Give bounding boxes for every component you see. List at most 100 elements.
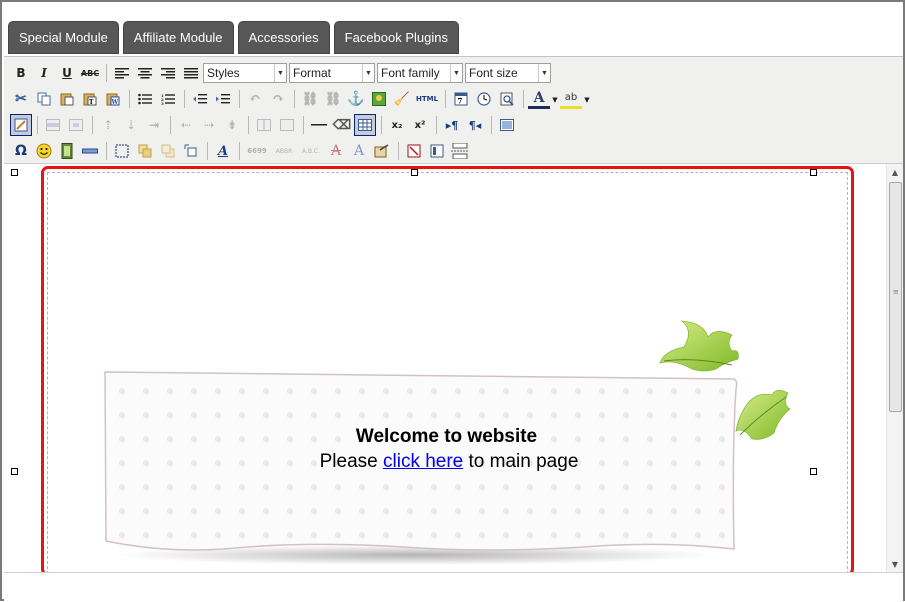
align-right-icon[interactable] — [157, 62, 179, 84]
link-icon[interactable]: ⛓ — [299, 88, 321, 110]
acronym-icon[interactable]: A.B.C. — [298, 140, 324, 162]
toolbar-separator — [239, 90, 240, 108]
font-family-dropdown[interactable]: Font family ▼ — [377, 63, 463, 83]
chevron-down-icon: ▼ — [362, 64, 374, 82]
col-after-icon[interactable]: ⇢ — [198, 114, 220, 136]
fullscreen-icon[interactable] — [496, 114, 518, 136]
template-icon[interactable] — [426, 140, 448, 162]
cite-icon[interactable]: 6699 — [244, 140, 270, 162]
chevron-down-icon[interactable]: ▼ — [551, 88, 559, 110]
align-center-icon[interactable] — [134, 62, 156, 84]
table-cell-props-icon[interactable] — [65, 114, 87, 136]
special-char-icon[interactable]: Ω — [10, 140, 32, 162]
numbered-list-icon[interactable]: 123 — [157, 88, 179, 110]
absolute-position-icon[interactable] — [180, 140, 202, 162]
underline-button[interactable]: U — [56, 62, 78, 84]
affiliate-module-button[interactable]: Affiliate Module — [122, 21, 234, 54]
resize-handle[interactable] — [810, 468, 817, 475]
rtl-icon[interactable]: ¶◂ — [464, 114, 486, 136]
toolbar-separator — [294, 90, 295, 108]
visual-aid-icon[interactable] — [10, 114, 32, 136]
styles-label: Styles — [207, 66, 240, 80]
editor-content-area[interactable]: Welcome to website Please click here to … — [4, 164, 903, 576]
merge-cells-icon[interactable] — [276, 114, 298, 136]
style-props-icon[interactable]: A — [212, 140, 234, 162]
unlink-icon[interactable]: ⛓ — [322, 88, 344, 110]
toolbar-separator — [106, 142, 107, 160]
row-before-icon[interactable]: ⇡ — [97, 114, 119, 136]
ltr-icon[interactable]: ▸¶ — [441, 114, 463, 136]
insert-time-icon[interactable] — [473, 88, 495, 110]
italic-button[interactable]: I — [33, 62, 55, 84]
text-color-icon[interactable]: A — [528, 89, 550, 109]
redo-icon[interactable]: ↷ — [267, 88, 289, 110]
abbr-icon[interactable]: ABBR — [271, 140, 297, 162]
chevron-down-icon[interactable]: ▼ — [583, 88, 591, 110]
special-module-button[interactable]: Special Module — [8, 21, 119, 54]
facebook-plugins-button[interactable]: Facebook Plugins — [333, 21, 459, 54]
html-source-icon[interactable]: HTML — [414, 88, 440, 110]
delete-row-icon[interactable]: ⇥ — [143, 114, 165, 136]
scroll-up-icon[interactable]: ▲ — [887, 164, 903, 180]
preview-icon[interactable] — [496, 88, 518, 110]
strikethrough-button[interactable]: ABC — [79, 62, 101, 84]
accessories-button[interactable]: Accessories — [237, 21, 330, 54]
outdent-icon[interactable] — [189, 88, 211, 110]
font-size-dropdown[interactable]: Font size ▼ — [465, 63, 551, 83]
scroll-grip-icon: ≡ — [893, 288, 899, 296]
toolbar-separator — [436, 116, 437, 134]
advanced-hr-icon[interactable] — [79, 140, 101, 162]
move-forward-icon[interactable] — [134, 140, 156, 162]
scroll-down-icon[interactable]: ▼ — [887, 556, 903, 572]
indent-icon[interactable] — [212, 88, 234, 110]
delete-text-icon[interactable]: A — [325, 140, 347, 162]
eraser-icon[interactable]: ⌫ — [331, 114, 353, 136]
chevron-down-icon: ▼ — [274, 64, 286, 82]
emoticon-icon[interactable] — [33, 140, 55, 162]
image-icon[interactable] — [368, 88, 390, 110]
styles-dropdown[interactable]: Styles ▼ — [203, 63, 287, 83]
insert-layer-icon[interactable] — [111, 140, 133, 162]
highlight-color-icon[interactable]: ab — [560, 89, 582, 109]
horizontal-rule-icon[interactable] — [308, 114, 330, 136]
main-page-link[interactable]: click here — [383, 451, 463, 472]
insert-date-icon[interactable]: 7 — [450, 88, 472, 110]
row-after-icon[interactable]: ⇣ — [120, 114, 142, 136]
col-before-icon[interactable]: ⇠ — [175, 114, 197, 136]
move-backward-icon[interactable] — [157, 140, 179, 162]
toolbar-row-2: ✂ T W 123 ↶ ↷ ⛓ ⛓ ⚓ 🧹 HTML 7 A ▼ ab ▼ — [10, 87, 592, 111]
paste-text-icon[interactable]: T — [79, 88, 101, 110]
insert-text-icon[interactable]: A — [348, 140, 370, 162]
format-dropdown[interactable]: Format ▼ — [289, 63, 375, 83]
resize-handle[interactable] — [11, 468, 18, 475]
split-cells-icon[interactable] — [253, 114, 275, 136]
attributes-icon[interactable] — [371, 140, 393, 162]
table-row-props-icon[interactable] — [42, 114, 64, 136]
superscript-button[interactable]: x² — [409, 114, 431, 136]
subscript-button[interactable]: x₂ — [386, 114, 408, 136]
anchor-icon[interactable]: ⚓ — [345, 88, 367, 110]
nonbreaking-icon[interactable] — [403, 140, 425, 162]
page-break-icon[interactable] — [449, 140, 471, 162]
delete-col-icon[interactable]: ⇟ — [221, 114, 243, 136]
copy-icon[interactable] — [33, 88, 55, 110]
table-icon[interactable] — [354, 114, 376, 136]
resize-handle[interactable] — [411, 169, 418, 176]
undo-icon[interactable]: ↶ — [244, 88, 266, 110]
resize-handle[interactable] — [11, 169, 18, 176]
bullet-list-icon[interactable] — [134, 88, 156, 110]
font-family-label: Font family — [381, 66, 440, 80]
media-icon[interactable] — [56, 140, 78, 162]
bold-button[interactable]: B — [10, 62, 32, 84]
align-left-icon[interactable] — [111, 62, 133, 84]
scrollbar-thumb[interactable]: ≡ — [889, 182, 902, 412]
cleanup-icon[interactable]: 🧹 — [391, 88, 413, 110]
paste-word-icon[interactable]: W — [102, 88, 124, 110]
vertical-scrollbar[interactable]: ▲ ≡ ▼ — [886, 164, 903, 572]
resize-handle[interactable] — [810, 169, 817, 176]
paste-icon[interactable] — [56, 88, 78, 110]
cut-icon[interactable]: ✂ — [10, 88, 32, 110]
toolbar-separator — [92, 116, 93, 134]
align-justify-icon[interactable] — [180, 62, 202, 84]
toolbar-separator — [37, 116, 38, 134]
